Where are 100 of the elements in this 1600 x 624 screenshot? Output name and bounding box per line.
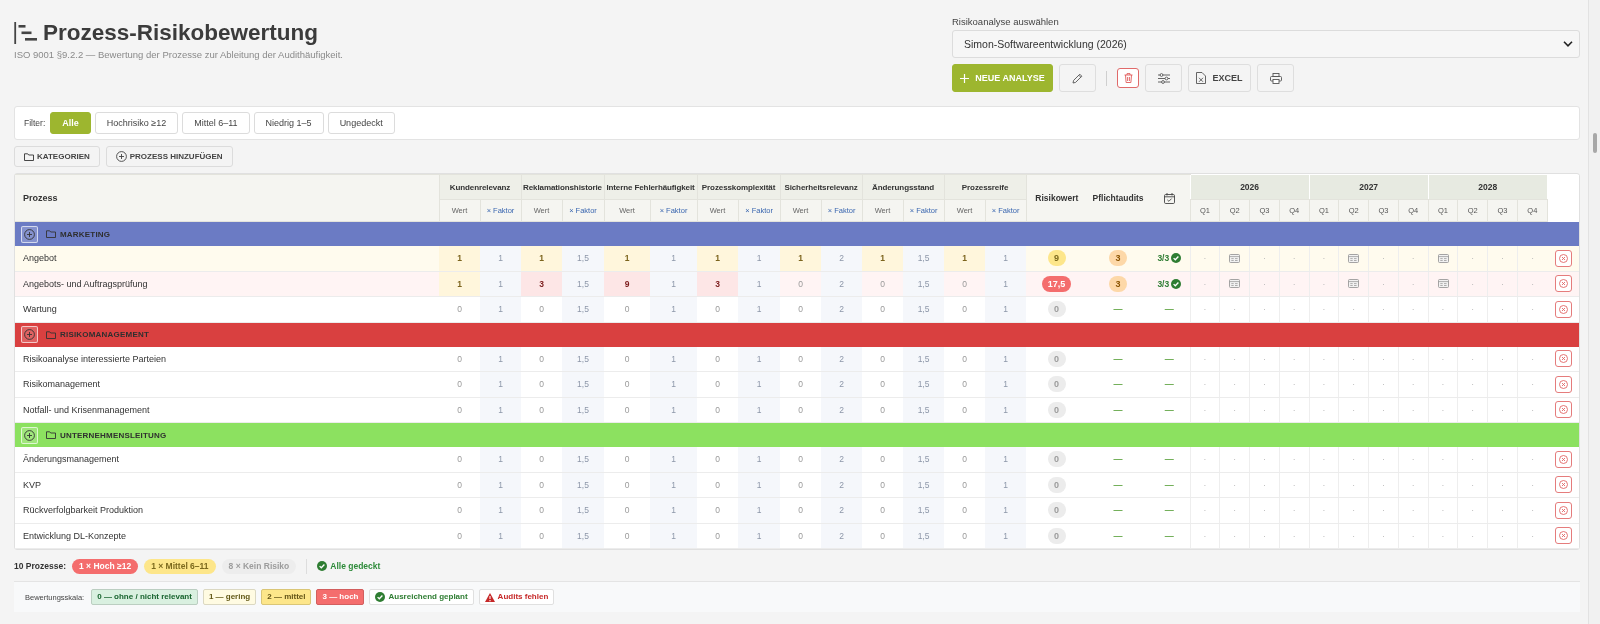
print-button[interactable] [1257,64,1294,92]
column-group-header: Sicherheitsrelevanz [780,174,863,200]
summary-label: 10 Prozesse: [14,561,66,571]
quarter-cell: · [1190,296,1220,322]
delete-button[interactable] [1117,68,1139,88]
coverage-text: — [1164,304,1174,315]
remove-process-button[interactable] [1554,401,1572,419]
quarter-cell: · [1398,346,1429,372]
factor-cell: 1,5 [903,296,945,322]
quarter-cell: · [1249,472,1280,498]
factor-cell: 1 [985,497,1027,523]
remove-process-button[interactable] [1554,249,1572,267]
coverage-text: — [1164,530,1174,541]
factor-cell: 1,5 [562,497,604,523]
remove-process-button[interactable] [1554,275,1572,293]
table-cell: 1 [439,246,480,271]
quarter-cell: · [1368,523,1399,549]
page-title: Prozess-Risikobewertung [43,19,319,47]
quarter-cell: · [1249,246,1280,271]
calendar-check-icon [1163,192,1175,204]
factor-cell: 1 [480,447,521,472]
filter-button[interactable]: Ungedeckt [327,112,395,134]
audit-count: — [1113,530,1123,541]
factor-cell: 1,5 [903,523,945,549]
coverage-text: 3/3 [1157,278,1170,289]
factor-cell: 1 [738,346,781,372]
excel-export-button[interactable]: EXCEL [1188,64,1251,92]
quarter-cell: · [1457,447,1488,472]
factor-cell: 1 [738,296,781,322]
quarter-cell: · [1309,472,1339,498]
folder-icon [46,431,56,439]
quarter-cell: · [1249,271,1280,297]
edit-button[interactable] [1059,64,1096,92]
scrollbar[interactable] [1588,0,1600,624]
circle-x-icon [1558,253,1568,263]
categories-button[interactable]: KATEGORIEN [14,146,100,167]
quarter-cell: · [1368,296,1399,322]
factor-cell: 1 [738,447,781,472]
gantt-chart-icon [14,22,37,44]
remove-process-button[interactable] [1554,300,1572,318]
quarter-cell: · [1309,497,1339,523]
factor-cell: 1 [985,472,1027,498]
factor-cell: 1,5 [562,472,604,498]
coverage-text: — [1164,454,1174,465]
settings-button[interactable] [1145,64,1182,92]
quarter-cell: · [1219,523,1250,549]
year-header: 2028 [1428,174,1548,200]
quarter-cell: · [1517,523,1548,549]
quarter-cell: · [1368,246,1399,271]
quarter-cell: · [1487,371,1518,397]
analysis-select[interactable]: Simon-Softwareentwicklung (2026) [952,30,1580,58]
filter-button[interactable]: Niedrig 1–5 [253,112,324,134]
factor-cell: 1 [738,371,781,397]
factor-cell: 1 [985,296,1027,322]
process-name: Wartung [15,296,439,322]
factor-cell: 1,5 [903,447,945,472]
audit-count: — [1113,404,1123,415]
audit-count: — [1113,304,1123,315]
expand-button[interactable] [21,426,38,444]
scale-chip: 1 — gering [202,589,257,605]
factor-cell: 1 [650,497,698,523]
quarter-cell: · [1517,296,1548,322]
factor-cell: 1,5 [903,271,945,297]
quarter-cell: · [1309,296,1339,322]
quarter-cell: · [1368,346,1399,372]
quarter-cell: · [1190,523,1220,549]
remove-process-button[interactable] [1554,375,1572,393]
quarter-cell: · [1338,523,1369,549]
column-header: Pflichtaudits [1087,174,1150,222]
factor-cell: 1 [650,296,698,322]
quarter-cell: · [1487,447,1518,472]
legend-text: Audits fehlen [497,591,549,603]
quarter-cell: · [1338,296,1369,322]
quarter-cell: · [1190,346,1220,372]
plus-circle-icon [24,329,35,340]
remove-process-button[interactable] [1554,476,1572,494]
table-cell: 1 [521,246,562,271]
filter-button[interactable]: Hochrisiko ≥12 [94,112,179,134]
factor-cell: 1 [738,246,781,271]
quarter-cell: · [1428,447,1458,472]
risk-score: 0 [1047,350,1066,367]
remove-process-button[interactable] [1554,501,1572,519]
expand-button[interactable] [21,326,38,343]
add-process-button[interactable]: PROZESS HINZUFÜGEN [105,146,233,167]
circle-x-icon [1558,531,1568,541]
quarter-cell: · [1487,271,1518,297]
quarter-cell: · [1517,246,1548,271]
coverage-text: — [1164,479,1174,490]
expand-button[interactable] [21,225,38,243]
scrollbar-thumb[interactable] [1592,133,1597,153]
remove-process-button[interactable] [1554,350,1572,368]
remove-process-button[interactable] [1554,527,1572,545]
year-header: 2026 [1190,174,1310,200]
filter-button[interactable]: Mittel 6–11 [182,112,250,134]
quarter-cell: · [1517,497,1548,523]
scale-chip: 3 — hoch [316,589,365,605]
remove-process-button[interactable] [1554,450,1572,468]
quarter-cell: · [1249,296,1280,322]
factor-cell: 1 [480,346,521,372]
table-cell: 1 [944,246,986,271]
